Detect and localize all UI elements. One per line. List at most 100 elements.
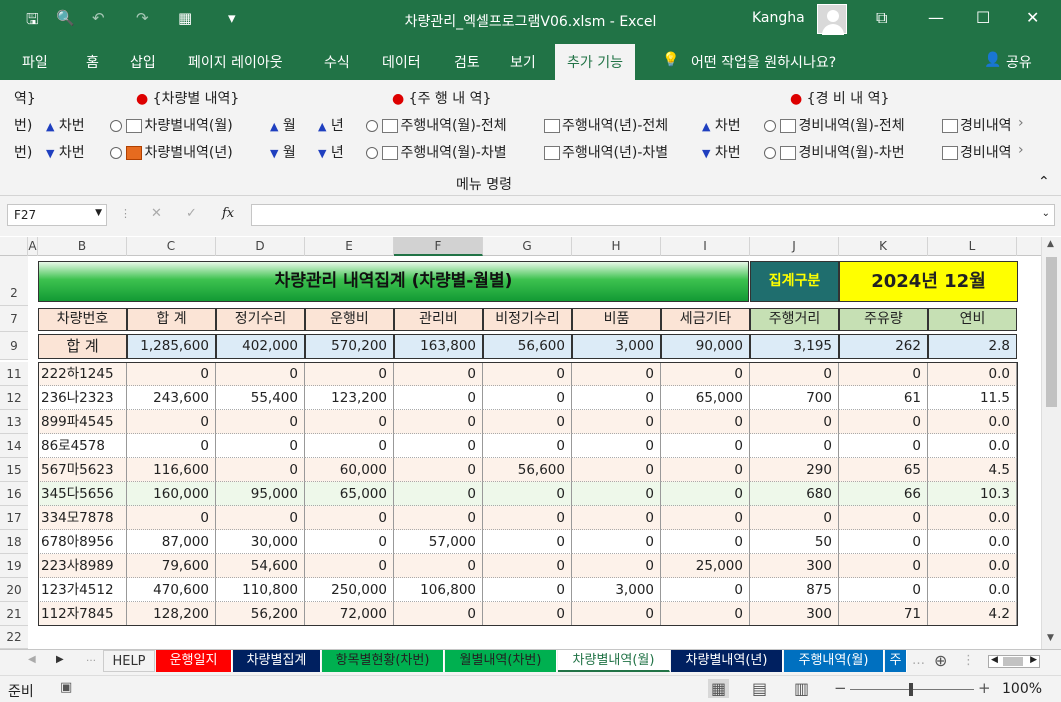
col-j[interactable]: J <box>750 237 839 256</box>
radio-icon[interactable] <box>366 120 378 132</box>
data-cell[interactable]: 0 <box>661 458 750 482</box>
tab-review[interactable]: 검토 <box>454 52 480 72</box>
col-g[interactable]: G <box>483 237 572 256</box>
sheet-tab-log[interactable]: 운행일지 <box>156 650 232 672</box>
data-cell[interactable]: 0 <box>750 410 839 434</box>
data-cell[interactable]: 0 <box>839 434 928 458</box>
data-cell[interactable]: 700 <box>750 386 839 410</box>
data-cell[interactable]: 0 <box>127 362 216 386</box>
data-cell[interactable]: 79,600 <box>127 554 216 578</box>
data-cell[interactable]: 56,600 <box>483 458 572 482</box>
sort-asc-month-button[interactable]: ▲ 월 <box>270 115 296 135</box>
minimize-button[interactable]: — <box>928 8 944 27</box>
data-cell[interactable]: 0 <box>839 578 928 602</box>
data-cell[interactable]: 0.0 <box>928 578 1017 602</box>
total-cell[interactable]: 163,800 <box>394 334 483 359</box>
expense-yearly-car-button[interactable]: 경비내역 <box>942 142 1012 162</box>
col-a[interactable]: A <box>28 237 38 256</box>
ellipsis-icon[interactable]: … <box>912 653 925 668</box>
macro-record-icon[interactable]: ▣ <box>60 680 72 695</box>
column-header-cell[interactable]: 차량번호 <box>38 308 127 331</box>
data-cell[interactable]: 680 <box>750 482 839 506</box>
data-cell[interactable]: 0 <box>661 578 750 602</box>
data-cell[interactable]: 0 <box>750 362 839 386</box>
total-cell[interactable]: 56,600 <box>483 334 572 359</box>
formula-input[interactable]: ⌄ <box>251 204 1055 226</box>
data-cell[interactable]: 0 <box>572 362 661 386</box>
vertical-scrollbar[interactable]: ▲ ▼ <box>1041 237 1061 649</box>
vehicle-yearly-button[interactable]: 차량별내역(년) <box>110 142 233 162</box>
data-cell[interactable]: 0 <box>216 458 305 482</box>
scroll-thumb[interactable] <box>1003 657 1023 666</box>
add-sheet-icon[interactable]: ⊕ <box>934 651 947 670</box>
tab-data[interactable]: 데이터 <box>382 52 421 72</box>
data-cell[interactable]: 0 <box>572 482 661 506</box>
name-box[interactable]: F27 ▼ <box>7 204 107 226</box>
data-cell[interactable]: 0 <box>305 434 394 458</box>
data-cell[interactable]: 0 <box>750 434 839 458</box>
page-layout-icon[interactable]: ▤ <box>752 679 767 698</box>
data-cell[interactable]: 0 <box>661 434 750 458</box>
tab-page-layout[interactable]: 페이지 레이아웃 <box>188 52 283 72</box>
data-cell[interactable]: 0 <box>305 506 394 530</box>
data-cell[interactable]: 0 <box>483 602 572 626</box>
vehicle-number-cell[interactable]: 112자7845 <box>38 602 127 626</box>
data-cell[interactable]: 87,000 <box>127 530 216 554</box>
data-cell[interactable]: 243,600 <box>127 386 216 410</box>
data-cell[interactable]: 0 <box>572 386 661 410</box>
data-cell[interactable]: 0 <box>216 506 305 530</box>
cancel-icon[interactable]: ✕ <box>151 206 162 221</box>
data-cell[interactable]: 65,000 <box>305 482 394 506</box>
row-header[interactable]: 2 <box>0 256 28 306</box>
data-cell[interactable]: 66 <box>839 482 928 506</box>
data-cell[interactable]: 0 <box>661 410 750 434</box>
row-header[interactable]: 22 <box>0 626 28 649</box>
scroll-right-icon[interactable]: ▶ <box>1030 655 1037 665</box>
column-header-cell[interactable]: 비품 <box>572 308 661 331</box>
sort-desc-year-button[interactable]: ▼ 년 <box>318 142 344 162</box>
sheet-tab-vehicle-monthly[interactable]: 차량별내역(월) <box>558 650 670 672</box>
col-l[interactable]: L <box>928 237 1017 256</box>
row-header[interactable]: 20 <box>0 578 28 602</box>
user-name[interactable]: Kangha <box>752 10 805 26</box>
data-cell[interactable]: 0 <box>394 554 483 578</box>
vehicle-number-cell[interactable]: 222하1245 <box>38 362 127 386</box>
tab-home[interactable]: 홈 <box>86 52 99 72</box>
scroll-right-icon[interactable]: › <box>1018 115 1024 131</box>
collapse-ribbon-icon[interactable]: ⌃ <box>1038 174 1050 190</box>
row-header[interactable]: 21 <box>0 602 28 626</box>
column-header-cell[interactable]: 관리비 <box>394 308 483 331</box>
data-cell[interactable]: 0 <box>839 554 928 578</box>
data-cell[interactable]: 0 <box>127 506 216 530</box>
col-e[interactable]: E <box>305 237 394 256</box>
vehicle-number-cell[interactable]: 345다5656 <box>38 482 127 506</box>
data-cell[interactable]: 4.5 <box>928 458 1017 482</box>
total-cell[interactable]: 90,000 <box>661 334 750 359</box>
data-cell[interactable]: 65,000 <box>661 386 750 410</box>
radio-icon[interactable] <box>764 120 776 132</box>
expense-yearly-button[interactable]: 경비내역 <box>942 115 1012 135</box>
data-cell[interactable]: 60,000 <box>305 458 394 482</box>
form-icon[interactable]: ▦ <box>178 9 192 27</box>
data-cell[interactable]: 106,800 <box>394 578 483 602</box>
data-cell[interactable]: 875 <box>750 578 839 602</box>
data-cell[interactable]: 300 <box>750 602 839 626</box>
col-b[interactable]: B <box>38 237 127 256</box>
sort-desc-month-button[interactable]: ▼ 월 <box>270 142 296 162</box>
drive-yearly-car-button[interactable]: 주행내역(년)-차별 <box>544 142 668 162</box>
data-cell[interactable]: 95,000 <box>216 482 305 506</box>
row-header[interactable]: 15 <box>0 458 28 482</box>
row-header[interactable]: 19 <box>0 554 28 578</box>
data-cell[interactable]: 71 <box>839 602 928 626</box>
row-header[interactable]: 18 <box>0 530 28 554</box>
total-cell[interactable]: 570,200 <box>305 334 394 359</box>
tab-add-ins[interactable]: 추가 기능 <box>555 44 635 80</box>
normal-view-icon[interactable]: ▦ <box>708 679 730 698</box>
data-cell[interactable]: 0 <box>483 554 572 578</box>
sort-asc-carno2-button[interactable]: ▲ 차번 <box>702 115 741 135</box>
vehicle-number-cell[interactable]: 123가4512 <box>38 578 127 602</box>
worksheet-grid[interactable]: 차량관리 내역집계 (차량별-월별) 집계구분 2024년 12월 차량번호 합 … <box>28 256 1041 649</box>
data-cell[interactable]: 0 <box>216 434 305 458</box>
vehicle-number-cell[interactable]: 334모7878 <box>38 506 127 530</box>
data-cell[interactable]: 0 <box>127 434 216 458</box>
